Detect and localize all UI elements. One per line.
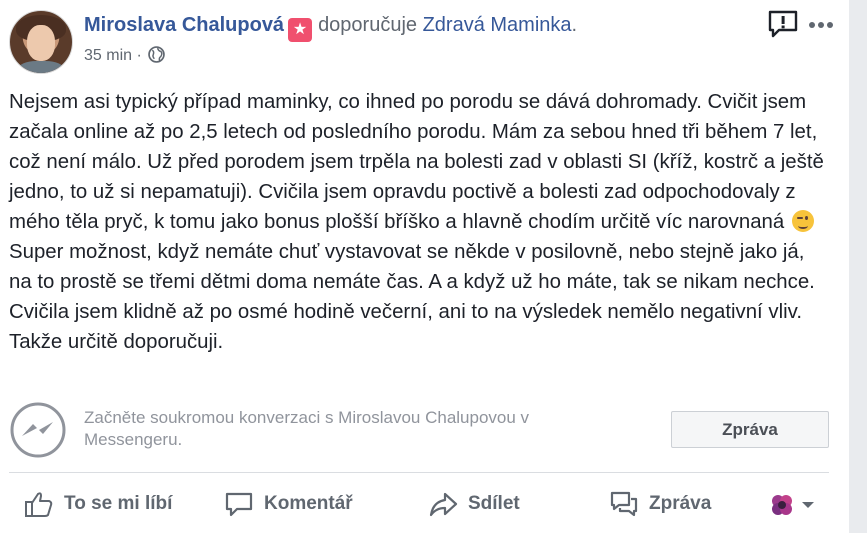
share-label: Sdílet (468, 493, 520, 514)
post-time[interactable]: 35 min (84, 47, 132, 64)
post-body: Nejsem asi typický případ maminky, co ih… (9, 87, 829, 357)
post-text-part1: Nejsem asi typický případ maminky, co ih… (9, 91, 824, 233)
post-card: Miroslava Chalupová ★ doporučuje Zdravá Ma… (0, 0, 849, 533)
message-action-button[interactable]: Zpráva (609, 482, 711, 526)
reaction-picker[interactable] (769, 492, 815, 518)
comment-label: Komentář (264, 493, 353, 514)
post-text-part2: Super možnost, když nemáte chuť vystavov… (9, 241, 815, 353)
chevron-down-icon (802, 502, 814, 508)
reaction-icon (772, 495, 792, 515)
meta-separator: · (132, 47, 147, 64)
message-label: Zpráva (649, 493, 712, 514)
action-bar: To se mi líbí Komentář Sdílet Zpráva (0, 482, 849, 528)
author-name[interactable]: Miroslava Chalupová (84, 14, 284, 36)
like-button[interactable]: To se mi líbí (24, 482, 172, 526)
share-icon (429, 492, 458, 517)
post-header: Miroslava Chalupová ★ doporučuje Zdravá Ma… (84, 14, 577, 42)
share-button[interactable]: Sdílet (428, 482, 520, 526)
scrollbar[interactable] (849, 0, 867, 533)
like-icon (25, 492, 53, 517)
divider (9, 472, 829, 473)
globe-icon[interactable] (148, 46, 166, 68)
page-link[interactable]: Zdravá Maminka (423, 14, 572, 36)
comment-button[interactable]: Komentář (224, 482, 353, 526)
star-badge-icon: ★ (288, 18, 313, 42)
report-icon[interactable] (767, 9, 799, 44)
more-icon[interactable] (808, 16, 834, 34)
messenger-cta: Začněte soukromou konverzaci s Miroslavo… (9, 401, 829, 459)
avatar-face (27, 25, 55, 61)
comment-icon (225, 492, 253, 517)
like-label: To se mi líbí (64, 493, 173, 514)
message-button[interactable]: Zpráva (671, 411, 829, 448)
recommends-verb: doporučuje (318, 14, 418, 36)
message-icon (610, 491, 638, 517)
messenger-prompt: Začněte soukromou konverzaci s Miroslavo… (84, 408, 530, 449)
messenger-icon (9, 401, 67, 464)
avatar-shirt (18, 61, 64, 73)
page-suffix: . (571, 14, 578, 36)
winking-face-icon (791, 210, 814, 232)
avatar[interactable] (9, 10, 73, 74)
post-meta: 35 min · (84, 46, 166, 68)
